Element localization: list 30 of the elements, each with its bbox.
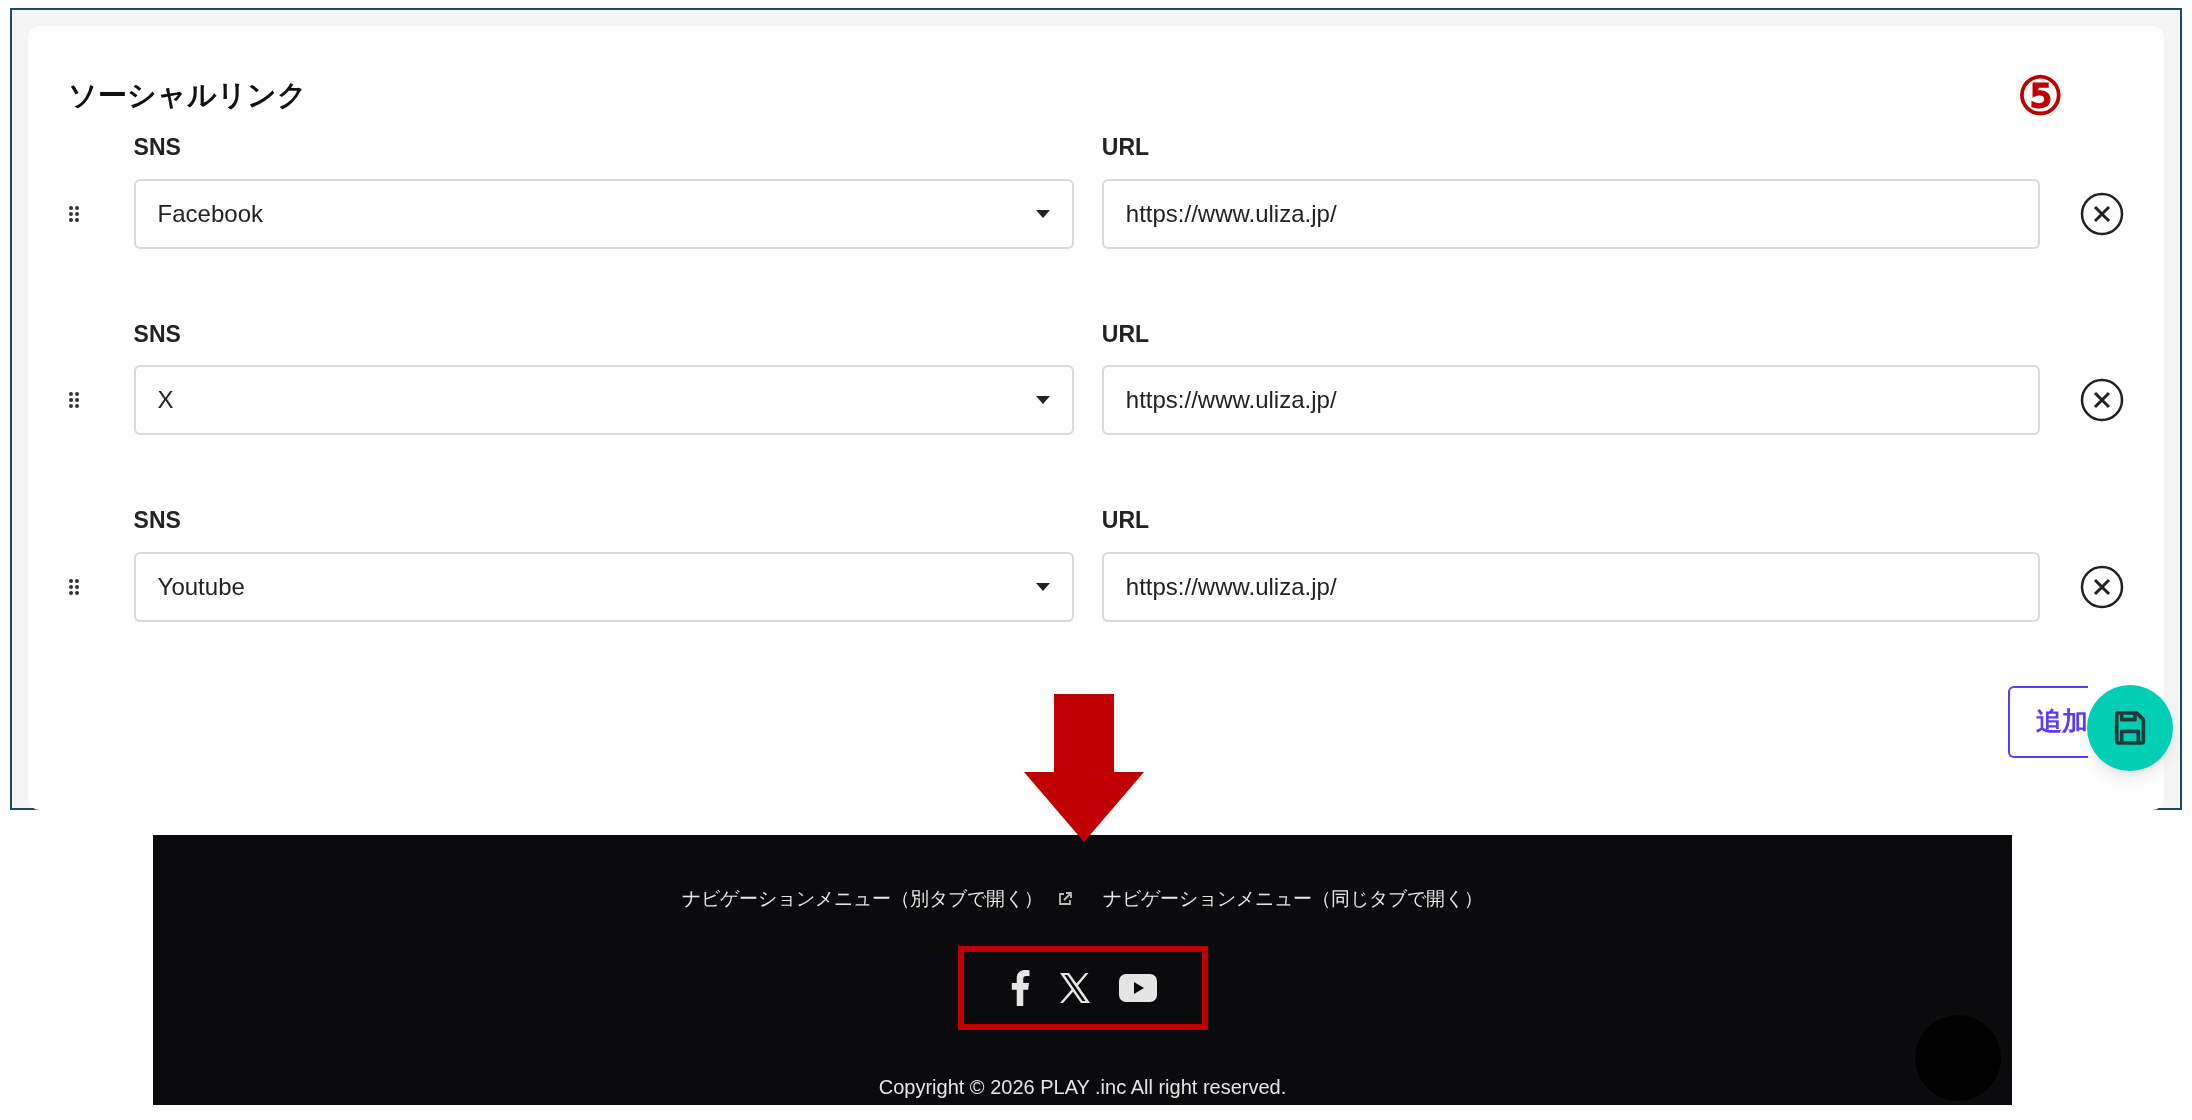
url-field[interactable]: https://www.uliza.jp/ — [1101, 365, 2040, 435]
section-title: ソーシャルリンク — [68, 78, 307, 114]
add-button[interactable]: 追加 — [2008, 685, 2088, 758]
remove-icon[interactable] — [2080, 378, 2124, 422]
field-label: SNS — [133, 133, 182, 162]
field-label: SNS — [133, 319, 182, 349]
field-label: URL — [1101, 506, 1151, 535]
dropdown-caret-icon — [1035, 582, 1050, 591]
youtube-icon[interactable] — [1118, 973, 1157, 1002]
drag-handle-icon[interactable] — [68, 204, 80, 223]
sns-select[interactable]: Youtube — [133, 551, 1074, 622]
drag-handle-icon[interactable] — [68, 577, 80, 596]
copyright-text: Copyright © 2026 PLAY .inc All right reserved. — [878, 1074, 1287, 1100]
drag-handle-icon[interactable] — [68, 391, 80, 409]
dropdown-caret-icon — [1035, 396, 1050, 404]
footer-link[interactable]: ナビゲーションメニュー（別タブで開く） — [682, 885, 1073, 914]
field-label: URL — [1101, 133, 1151, 162]
field-label: URL — [1101, 319, 1151, 349]
remove-icon[interactable] — [2080, 564, 2124, 609]
field-label: SNS — [133, 506, 182, 535]
dropdown-caret-icon — [1035, 209, 1050, 218]
sns-select[interactable]: Facebook — [133, 178, 1074, 249]
url-field[interactable]: https://www.uliza.jp/ — [1101, 178, 2040, 249]
footer-link[interactable]: ナビゲーションメニュー（同じタブで開く） — [1103, 885, 1483, 914]
url-field[interactable]: https://www.uliza.jp/ — [1101, 551, 2040, 622]
remove-icon[interactable] — [2080, 191, 2124, 236]
sns-select[interactable]: X — [133, 365, 1074, 435]
annotation-number: ⑤ — [2017, 70, 2064, 122]
down-arrow-icon — [1024, 694, 1144, 842]
external-link-icon — [1057, 891, 1073, 908]
